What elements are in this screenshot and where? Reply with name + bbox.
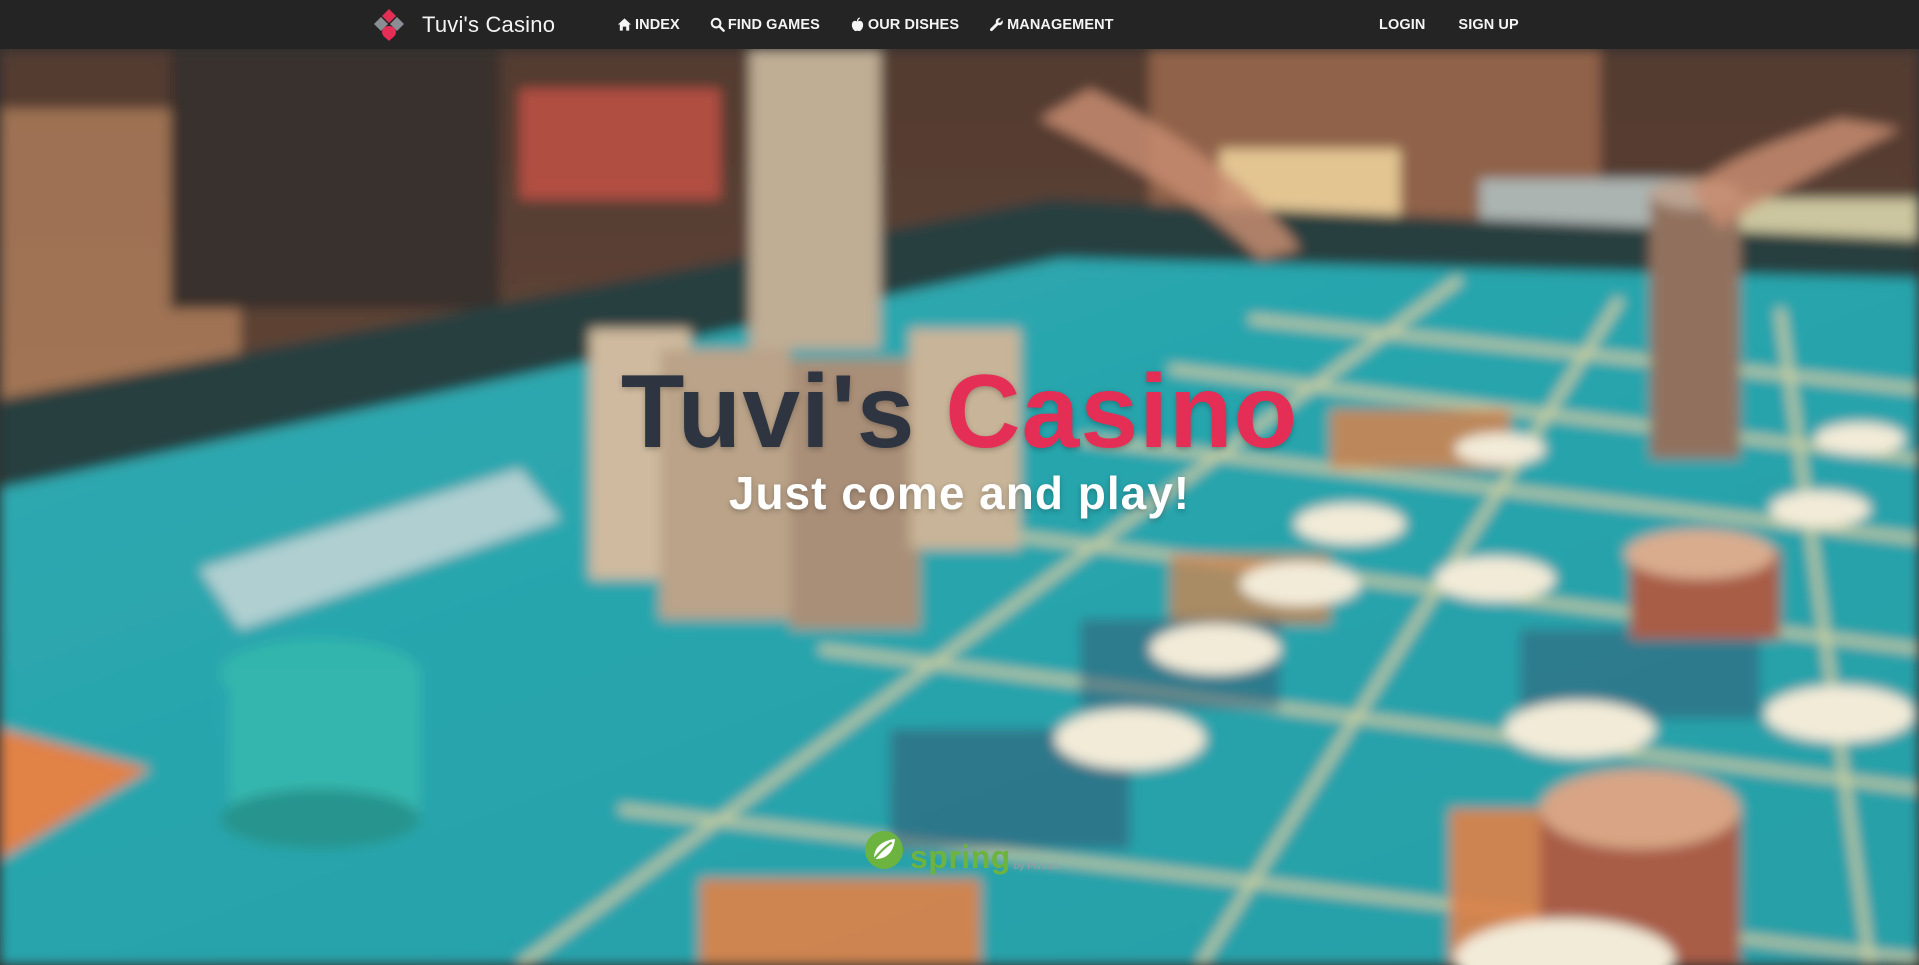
top-navbar: Tuvi's Casino INDEX FIND GAMES OUR DISHE…	[0, 0, 1919, 49]
nav-item-label: OUR DISHES	[867, 16, 960, 33]
home-icon	[617, 17, 632, 32]
brand-link[interactable]: Tuvi's Casino	[372, 0, 555, 49]
nav-item-index[interactable]: INDEX	[617, 17, 680, 33]
nav-item-label: FIND GAMES	[727, 16, 820, 33]
search-icon	[710, 17, 725, 32]
wrench-icon	[989, 17, 1004, 32]
login-link[interactable]: LOGIN	[1379, 17, 1425, 33]
nav-item-our-dishes[interactable]: OUR DISHES	[850, 17, 959, 33]
spring-wordmark: spring	[910, 839, 1011, 875]
brand-name: Tuvi's Casino	[422, 11, 556, 37]
suit-logo-icon	[372, 7, 406, 43]
nav-item-label: MANAGEMENT	[1007, 16, 1114, 33]
spring-leaf-icon	[864, 830, 904, 875]
hero-title: Tuvi's Casino	[0, 360, 1919, 464]
apple-icon	[850, 17, 865, 32]
hero-title-part2: Casino	[945, 354, 1299, 470]
main-menu: INDEX FIND GAMES OUR DISHES MANAGEMENT	[617, 0, 1144, 49]
nav-item-find-games[interactable]: FIND GAMES	[710, 17, 820, 33]
hero-title-part1: Tuvi's	[620, 354, 916, 470]
spring-by-text: by Pivotal.	[1013, 861, 1060, 872]
signup-link[interactable]: SIGN UP	[1458, 17, 1518, 33]
hero-subtitle: Just come and play!	[728, 467, 1191, 519]
hero-content: Tuvi's Casino Just come and play! spring…	[0, 49, 1919, 965]
nav-item-management[interactable]: MANAGEMENT	[989, 17, 1114, 33]
auth-menu: LOGIN SIGN UP	[1379, 0, 1552, 49]
hero-section: Tuvi's Casino Just come and play! spring…	[0, 49, 1919, 965]
nav-item-label: INDEX	[635, 16, 680, 33]
spring-logo: spring by Pivotal.	[864, 830, 1060, 875]
